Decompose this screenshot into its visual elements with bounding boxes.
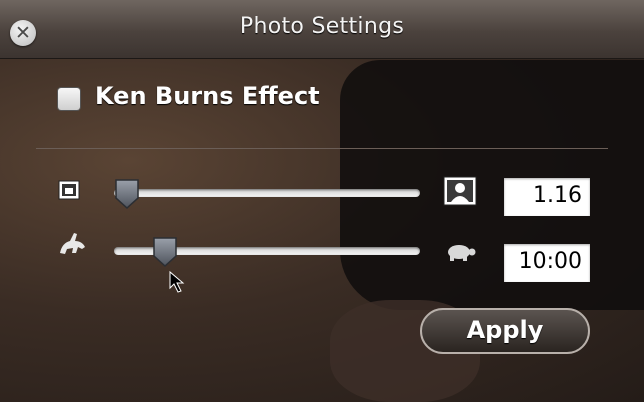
duration-value-field[interactable]: 10:00 [504,244,590,282]
speed-slider-thumb[interactable] [152,236,178,268]
window-title: Photo Settings [239,14,405,39]
portrait-icon [443,176,477,206]
ken-burns-label[interactable]: Ken Burns Effect [95,82,320,110]
title-bar: ✕ Photo Settings [0,0,644,59]
mouse-cursor-icon [169,270,185,293]
apply-button[interactable]: Apply [420,308,590,354]
photo-settings-window: ✕ Photo Settings Ken Burns Effect 1.16 1… [0,0,644,402]
photo-backdrop-shape [340,60,644,310]
ken-burns-checkbox[interactable] [58,88,80,110]
divider [36,148,608,149]
rabbit-icon [60,233,85,254]
zoom-value-field[interactable]: 1.16 [504,178,590,216]
turtle-icon [448,245,476,261]
zoom-slider-track[interactable] [114,189,420,197]
zoom-slider-thumb[interactable] [114,178,140,210]
photo-small-icon [58,180,80,200]
